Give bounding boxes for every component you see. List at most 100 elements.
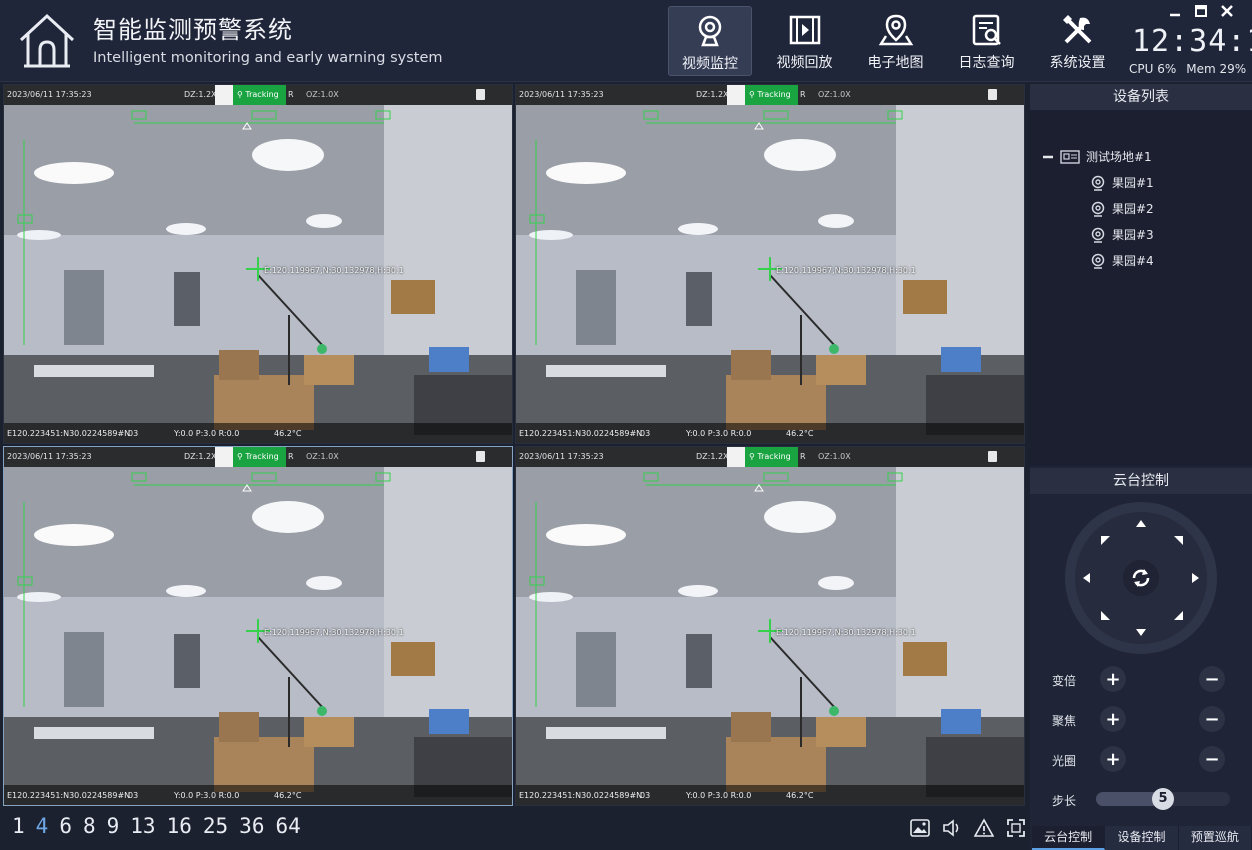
tracking-label: Tracking (245, 452, 279, 461)
camera-feed-image (516, 447, 1024, 805)
zoom-row: 变倍 + − (1030, 664, 1252, 694)
layout-option[interactable]: 9 (107, 814, 120, 838)
layout-option[interactable]: 36 (239, 814, 264, 838)
collapse-icon[interactable] (1042, 151, 1054, 163)
arrow-up-right-icon[interactable] (1171, 534, 1185, 548)
osd-attitude: Y:0.0 P:3.0 R:0.0 (174, 791, 240, 800)
layout-option[interactable]: 6 (59, 814, 72, 838)
device-item[interactable]: 果园#1 (1090, 174, 1154, 191)
arrow-down-icon[interactable] (1134, 626, 1148, 640)
device-item[interactable]: 果园#2 (1090, 200, 1154, 217)
site-icon (1060, 149, 1080, 164)
osd-tracking-badge[interactable]: ⚲ Tracking (233, 85, 286, 105)
device-item[interactable]: 果园#3 (1090, 226, 1154, 243)
osd-white-box (727, 85, 745, 105)
arrow-down-left-icon[interactable] (1099, 608, 1113, 622)
alert-icon[interactable] (973, 818, 995, 838)
refresh-icon (1132, 569, 1150, 587)
nav-system-settings[interactable]: 系统设置 (1032, 6, 1123, 76)
device-list-title: 设备列表 (1030, 84, 1252, 110)
camera-icon (1091, 227, 1105, 243)
zoom-out-button[interactable]: − (1199, 666, 1225, 692)
osd-satellite-count: 03 (128, 791, 139, 800)
focus-label: 聚焦 (1052, 714, 1077, 728)
map-pin-icon (878, 14, 913, 46)
layout-option[interactable]: 1 (12, 814, 25, 838)
zoom-in-button[interactable]: + (1100, 666, 1126, 692)
step-slider[interactable]: 5 (1096, 788, 1230, 810)
target-coordinates: E:120.119967,N:30.132978,H:30.1 (264, 266, 404, 275)
fullscreen-icon[interactable] (1006, 818, 1026, 838)
digital-clock: 12:34:11 (1132, 24, 1252, 59)
record-icon[interactable] (476, 451, 485, 462)
camera-feed-image (516, 85, 1024, 443)
focus-out-button[interactable]: − (1199, 706, 1225, 732)
nav-log-query[interactable]: 日志查询 (941, 6, 1032, 76)
nav-e-map[interactable]: 电子地图 (850, 6, 941, 76)
iris-row: 光圈 + − (1030, 744, 1252, 774)
nav-video-monitor[interactable]: 视频监控 (668, 6, 752, 76)
cpu-usage: CPU 6% (1129, 62, 1177, 76)
device-item[interactable]: 果园#4 (1090, 252, 1154, 269)
device-tree: 测试场地#1 果园#1 果园#2 果园#3 果园#4 (1030, 110, 1252, 466)
tab[interactable]: 预置巡航 (1178, 826, 1252, 850)
layout-selector: 1 4 6 8 9 13 16 25 36 64 (12, 814, 301, 838)
iris-open-button[interactable]: + (1100, 746, 1126, 772)
record-icon[interactable] (476, 89, 485, 100)
osd-bottom-bar: E120.223451:N30.0224589#N 03 Y:0.0 P:3.0… (4, 423, 512, 443)
video-playback-icon (789, 15, 820, 45)
arrow-left-icon[interactable] (1079, 571, 1093, 585)
arrow-up-left-icon[interactable] (1099, 534, 1113, 548)
arrow-right-icon[interactable] (1189, 571, 1203, 585)
camera-view-3[interactable]: 2023/06/11 17:35:23 DZ:1.2X ⚲ Tracking R… (3, 446, 513, 806)
layout-option[interactable]: 25 (203, 814, 228, 838)
minimize-icon[interactable] (1168, 4, 1182, 18)
osd-timestamp: 2023/06/11 17:35:23 (519, 90, 604, 99)
tree-root[interactable]: 测试场地#1 (1042, 148, 1152, 165)
osd-bottom-bar: E120.223451:N30.0224589#N 03 Y:0.0 P:3.0… (516, 423, 1024, 443)
camera-view-2[interactable]: 2023/06/11 17:35:23 DZ:1.2X ⚲ Tracking R… (515, 84, 1025, 444)
layout-option[interactable]: 4 (36, 814, 49, 838)
step-label: 步长 (1052, 794, 1077, 808)
step-row: 步长 5 (1030, 784, 1252, 814)
maximize-icon[interactable] (1194, 4, 1208, 18)
arrow-down-right-icon[interactable] (1171, 608, 1185, 622)
target-coordinates: E:120.119967,N:30.132978,H:30.1 (776, 266, 916, 275)
tracking-label: Tracking (757, 90, 791, 99)
osd-tracking-badge[interactable]: ⚲ Tracking (233, 447, 286, 467)
osd-tracking-badge[interactable]: ⚲ Tracking (745, 85, 798, 105)
layout-option[interactable]: 8 (83, 814, 96, 838)
osd-satellite-count: 03 (640, 429, 651, 438)
app-subtitle: Intelligent monitoring and early warning… (93, 50, 443, 66)
record-icon[interactable] (988, 89, 997, 100)
osd-optical-zoom: OZ:1.0X (306, 90, 339, 99)
layout-option[interactable]: 64 (275, 814, 300, 838)
tab[interactable]: 设备控制 (1105, 826, 1179, 850)
side-panel: 设备列表 测试场地#1 果园#1 果园#2 果园#3 果园#4 云台控制 变倍 + − (1030, 84, 1252, 850)
camera-view-1[interactable]: 2023/06/11 17:35:23 DZ:1.2X ⚲ Tracking R… (3, 84, 513, 444)
record-icon[interactable] (988, 451, 997, 462)
iris-label: 光圈 (1052, 754, 1077, 768)
osd-tracking-badge[interactable]: ⚲ Tracking (745, 447, 798, 467)
osd-white-box (215, 85, 233, 105)
layout-option[interactable]: 16 (167, 814, 192, 838)
device-item-label: 果园#4 (1112, 254, 1154, 268)
view-toolbar (910, 818, 1026, 838)
nav-video-playback[interactable]: 视频回放 (759, 6, 850, 76)
focus-in-button[interactable]: + (1100, 706, 1126, 732)
osd-r: R (800, 90, 806, 99)
close-icon[interactable] (1220, 4, 1234, 18)
osd-attitude: Y:0.0 P:3.0 R:0.0 (174, 429, 240, 438)
audio-icon[interactable] (942, 818, 962, 838)
system-stats: CPU 6% Mem 29% (1129, 62, 1246, 76)
osd-timestamp: 2023/06/11 17:35:23 (7, 452, 92, 461)
tab[interactable]: 云台控制 (1032, 826, 1106, 850)
ptz-direction-pad (1065, 502, 1217, 654)
iris-close-button[interactable]: − (1199, 746, 1225, 772)
layout-option[interactable]: 13 (130, 814, 155, 838)
image-icon[interactable] (910, 818, 930, 838)
camera-view-4[interactable]: 2023/06/11 17:35:23 DZ:1.2X ⚲ Tracking R… (515, 446, 1025, 806)
step-slider-knob[interactable]: 5 (1152, 788, 1174, 810)
ptz-reset-button[interactable] (1123, 560, 1159, 596)
arrow-up-icon[interactable] (1134, 516, 1148, 530)
